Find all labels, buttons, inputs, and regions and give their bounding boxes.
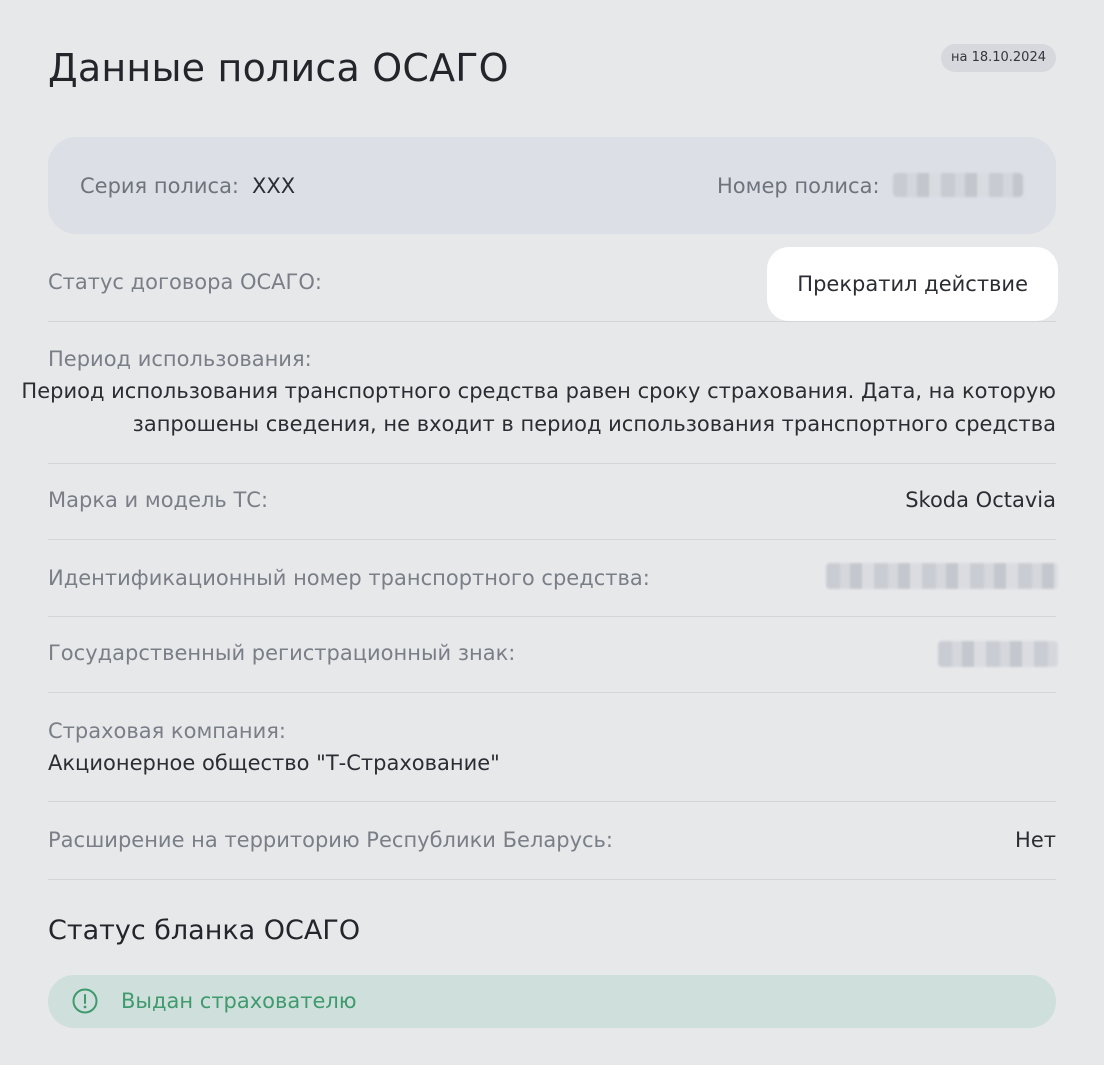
belarus-row: Расширение на территорию Республики Бела… [48,802,1056,880]
policy-page: Данные полиса ОСАГО на 18.10.2024 Серия … [0,0,1104,1065]
usage-period-row: Период использования: Период использован… [21,322,1056,464]
vin-row: Идентификационный номер транспортного ср… [48,540,1058,617]
blank-status-title: Статус бланка ОСАГО [48,915,361,946]
vehicle-model-label: Марка и модель ТС: [48,488,269,512]
plate-redacted [938,641,1058,667]
number-label: Номер полиса: [717,174,880,198]
plate-label: Государственный регистрационный знак: [48,641,516,665]
vin-label: Идентификационный номер транспортного ср… [48,566,650,590]
usage-period-label: Период использования: [48,347,312,371]
blank-status-value: Выдан страхователю [121,989,357,1013]
date-badge: на 18.10.2024 [940,44,1056,72]
contract-status-badge: Прекратил действие [767,247,1058,321]
plate-row: Государственный регистрационный знак: [48,617,1058,693]
insurer-label: Страховая компания: [48,719,286,743]
exclamation-circle-icon [72,988,98,1014]
vehicle-model-value: Skoda Octavia [905,488,1056,512]
belarus-value: Нет [1015,828,1056,852]
usage-period-line1: Период использования транспортного средс… [21,379,1056,403]
belarus-label: Расширение на территорию Республики Бела… [48,828,614,852]
vin-redacted [826,563,1058,589]
insurer-row: Страховая компания: Акционерное общество… [48,693,1056,802]
usage-period-line2: запрошены сведения, не входит в период и… [132,412,1056,436]
series-label: Серия полиса: [80,174,240,198]
page-title: Данные полиса ОСАГО [48,46,509,90]
blank-status-banner: Выдан страхователю [48,975,1056,1028]
vehicle-model-row: Марка и модель ТС: Skoda Octavia [48,464,1056,540]
policy-card: Серия полиса: XXX Номер полиса: [48,137,1056,234]
policy-number-redacted [893,173,1023,197]
insurer-value: Акционерное общество "Т-Страхование" [48,751,500,775]
contract-status-label: Статус договора ОСАГО: [48,270,322,294]
series-value: XXX [252,174,296,198]
